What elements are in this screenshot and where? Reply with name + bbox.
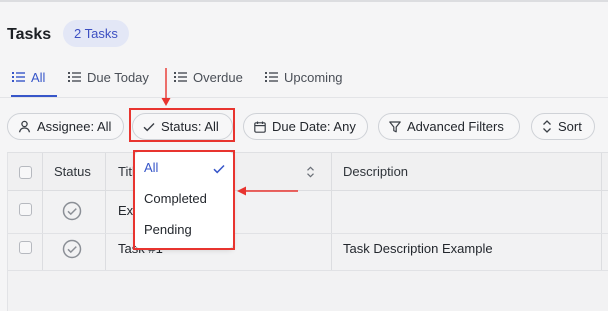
tab-label: Upcoming	[284, 69, 343, 85]
user-icon	[18, 120, 31, 133]
page-title: Tasks	[7, 26, 52, 43]
status-option-completed[interactable]: Completed	[144, 191, 207, 206]
tab-all[interactable]: All	[12, 69, 45, 85]
column-divider	[331, 153, 332, 271]
due-date-filter-button[interactable]: Due Date: Any	[243, 113, 368, 140]
list-icon	[265, 72, 278, 82]
annotation-arrowhead	[161, 98, 171, 106]
top-border	[0, 0, 608, 2]
column-divider	[105, 153, 106, 271]
row-title[interactable]: Ex	[118, 203, 133, 218]
check-circle-icon[interactable]	[62, 201, 82, 221]
due-date-filter-label: Due Date: Any	[272, 119, 356, 134]
status-filter-label: Status: All	[161, 119, 219, 134]
check-icon	[213, 164, 225, 174]
tab-upcoming[interactable]: Upcoming	[265, 69, 343, 85]
status-filter-button[interactable]: Status: All	[132, 113, 233, 140]
tab-overdue[interactable]: Overdue	[174, 69, 243, 85]
check-circle-icon[interactable]	[62, 239, 82, 259]
assignee-filter-button[interactable]: Assignee: All	[7, 113, 124, 140]
status-option-pending[interactable]: Pending	[144, 222, 192, 237]
tab-label: All	[31, 69, 46, 85]
column-divider	[42, 153, 43, 271]
status-option-all[interactable]: All	[144, 160, 158, 175]
row-checkbox[interactable]	[19, 241, 32, 254]
calendar-icon	[254, 121, 266, 133]
sort-icon	[543, 120, 551, 133]
row-description: Task Description Example	[343, 241, 493, 256]
tabs-divider	[0, 97, 608, 98]
check-icon	[143, 122, 155, 131]
task-count-badge: 2 Tasks	[63, 20, 129, 47]
filter-icon	[389, 120, 401, 132]
tab-due-today[interactable]: Due Today	[68, 69, 149, 85]
advanced-filters-button[interactable]: Advanced Filters	[378, 113, 520, 140]
status-dropdown-menu: All Completed Pending	[135, 152, 233, 248]
sort-toggle-icon[interactable]	[306, 166, 315, 178]
advanced-filters-label: Advanced Filters	[407, 119, 504, 134]
list-icon	[174, 72, 187, 82]
column-header-status[interactable]: Status	[54, 164, 91, 179]
row-checkbox[interactable]	[19, 203, 32, 216]
sort-button[interactable]: Sort	[531, 113, 595, 140]
tasks-table: Status Title Description Ex Task #1 Task…	[7, 152, 608, 311]
select-all-checkbox[interactable]	[19, 166, 32, 179]
column-header-description[interactable]: Description	[343, 164, 408, 179]
assignee-filter-label: Assignee: All	[37, 119, 112, 134]
tab-label: Overdue	[193, 69, 243, 85]
tab-label: Due Today	[87, 69, 149, 85]
row-divider	[8, 270, 608, 271]
list-icon	[68, 72, 81, 82]
sort-label: Sort	[558, 119, 582, 134]
column-divider	[601, 153, 602, 271]
row-divider	[8, 233, 608, 234]
list-icon	[12, 72, 25, 82]
